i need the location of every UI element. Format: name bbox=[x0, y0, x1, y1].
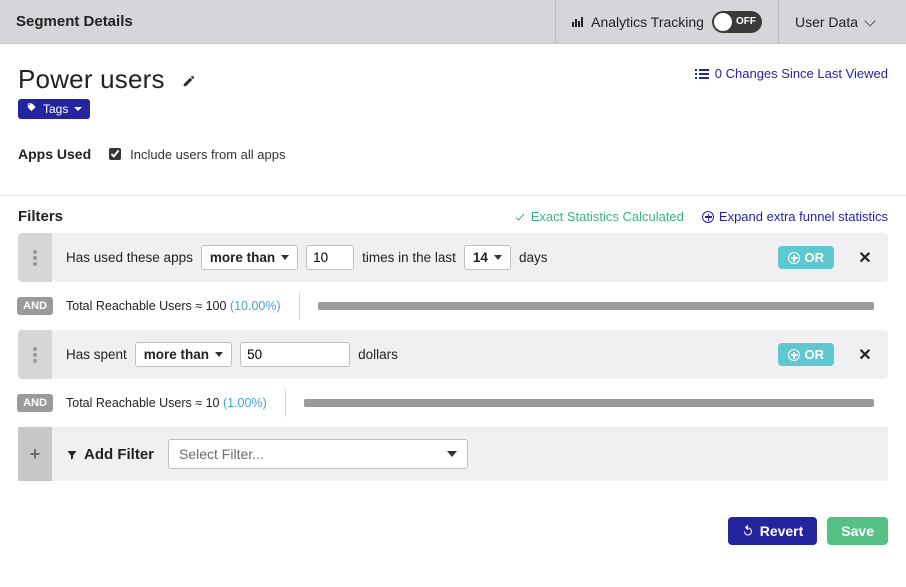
add-filter-plus[interactable]: + bbox=[18, 427, 52, 481]
expand-funnel-link[interactable]: Expand extra funnel statistics bbox=[702, 209, 888, 224]
revert-icon bbox=[742, 523, 754, 539]
userdata-menu[interactable]: User Data bbox=[778, 0, 890, 43]
caret-down-icon bbox=[494, 255, 502, 260]
tag-icon bbox=[26, 102, 37, 116]
filters-title: Filters bbox=[18, 208, 63, 225]
amount-input[interactable] bbox=[240, 342, 350, 367]
reach-bar bbox=[304, 399, 874, 407]
toggle-state: OFF bbox=[736, 16, 756, 27]
check-icon bbox=[514, 211, 526, 223]
filter-suffix: dollars bbox=[358, 347, 398, 362]
times-input[interactable] bbox=[306, 245, 354, 270]
filter-prefix: Has used these apps bbox=[66, 250, 193, 265]
list-icon bbox=[699, 69, 709, 79]
remove-filter-button[interactable]: ✕ bbox=[856, 345, 874, 365]
userdata-label: User Data bbox=[795, 14, 858, 30]
include-all-apps-label: Include users from all apps bbox=[130, 147, 285, 162]
chevron-down-icon bbox=[864, 15, 875, 26]
comparator-value: more than bbox=[210, 250, 275, 265]
changes-link[interactable]: 0 Changes Since Last Viewed bbox=[699, 58, 888, 81]
expand-funnel-text: Expand extra funnel statistics bbox=[719, 209, 888, 224]
analytics-section: Analytics Tracking OFF bbox=[555, 0, 778, 43]
caret-down-icon bbox=[74, 107, 82, 111]
caret-down-icon bbox=[447, 451, 457, 457]
filter-prefix: Has spent bbox=[66, 347, 127, 362]
add-filter-label: Add Filter bbox=[66, 446, 154, 463]
apps-used-label: Apps Used bbox=[18, 146, 91, 162]
and-chip: AND bbox=[17, 297, 53, 315]
add-or-button[interactable]: OR bbox=[778, 343, 835, 366]
or-label: OR bbox=[805, 347, 825, 362]
topbar: Segment Details Analytics Tracking OFF U… bbox=[0, 0, 906, 44]
revert-button[interactable]: Revert bbox=[728, 517, 818, 545]
reach-pct: (1.00%) bbox=[223, 396, 267, 410]
plus-circle-icon bbox=[702, 211, 714, 223]
page-subtitle: Segment Details bbox=[16, 13, 133, 30]
select-filter-placeholder: Select Filter... bbox=[179, 446, 264, 462]
exact-stats-status: Exact Statistics Calculated bbox=[514, 209, 684, 224]
drag-handle[interactable] bbox=[18, 330, 52, 379]
include-all-apps-checkbox[interactable] bbox=[109, 148, 121, 160]
remove-filter-button[interactable]: ✕ bbox=[856, 248, 874, 268]
segment-name: Power users bbox=[18, 64, 165, 94]
drag-icon bbox=[33, 250, 37, 266]
edit-name-button[interactable] bbox=[182, 64, 196, 78]
drag-icon bbox=[33, 347, 37, 363]
or-label: OR bbox=[805, 250, 825, 265]
filter-suffix: days bbox=[519, 250, 548, 265]
reach-bar bbox=[318, 302, 874, 310]
filter-row: Has used these apps more than times in t… bbox=[52, 233, 888, 282]
chart-icon bbox=[572, 17, 583, 27]
reach-pct: (10.00%) bbox=[230, 299, 281, 313]
select-filter-dropdown[interactable]: Select Filter... bbox=[168, 439, 468, 469]
changes-text: 0 Changes Since Last Viewed bbox=[715, 66, 888, 81]
filter-icon bbox=[66, 448, 78, 460]
reach-text: Total Reachable Users ≈ 100 (10.00%) bbox=[66, 299, 281, 313]
caret-down-icon bbox=[281, 255, 289, 260]
filter-row: Has spent more than dollars OR ✕ bbox=[52, 330, 888, 379]
caret-down-icon bbox=[215, 352, 223, 357]
drag-handle[interactable] bbox=[18, 233, 52, 282]
comparator-select[interactable]: more than bbox=[201, 245, 298, 270]
add-or-button[interactable]: OR bbox=[778, 246, 835, 269]
exact-stats-text: Exact Statistics Calculated bbox=[531, 209, 684, 224]
pencil-icon bbox=[182, 74, 196, 88]
revert-label: Revert bbox=[760, 523, 804, 539]
analytics-label: Analytics Tracking bbox=[591, 14, 704, 30]
analytics-toggle[interactable]: OFF bbox=[712, 11, 762, 33]
filter-mid: times in the last bbox=[362, 250, 456, 265]
and-chip: AND bbox=[17, 394, 53, 412]
days-select[interactable]: 14 bbox=[464, 245, 511, 270]
tags-label: Tags bbox=[43, 102, 68, 116]
save-button[interactable]: Save bbox=[827, 517, 888, 545]
tags-button[interactable]: Tags bbox=[18, 99, 90, 119]
comparator-value: more than bbox=[144, 347, 209, 362]
plus-circle-icon bbox=[788, 349, 800, 361]
days-value: 14 bbox=[473, 250, 488, 265]
include-all-apps[interactable]: Include users from all apps bbox=[105, 145, 285, 163]
comparator-select[interactable]: more than bbox=[135, 342, 232, 367]
plus-circle-icon bbox=[788, 252, 800, 264]
save-label: Save bbox=[841, 523, 874, 539]
reach-text: Total Reachable Users ≈ 10 (1.00%) bbox=[66, 396, 267, 410]
